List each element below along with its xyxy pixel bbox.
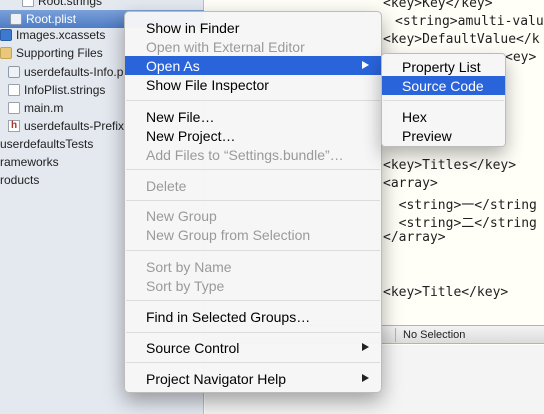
menu-item-label: Project Navigator Help — [146, 370, 287, 387]
menu-item-label: Delete — [146, 177, 187, 194]
menu-item-add-files: Add Files to “Settings.bundle”… — [125, 145, 381, 164]
menu-item-label: Open with External Editor — [146, 38, 305, 55]
nav-item-label: InfoPlist.strings — [24, 83, 106, 97]
submenu-item-hex[interactable]: Hex — [382, 107, 505, 126]
submenu-item-property-list[interactable]: Property List — [382, 57, 505, 76]
folder-icon — [0, 47, 12, 59]
nav-item-label: userdefaults-Prefix — [24, 119, 125, 133]
menu-separator — [126, 250, 380, 251]
menu-item-new-file[interactable]: New File… — [125, 107, 381, 126]
menu-item-show-in-finder[interactable]: Show in Finder — [125, 18, 381, 37]
menu-item-new-group: New Group — [125, 206, 381, 225]
nav-item-label: userdefaultsTests — [0, 137, 94, 151]
open-as-submenu: Property List Source Code Hex Preview — [381, 53, 506, 147]
asset-catalog-icon — [0, 29, 12, 41]
menu-separator — [126, 169, 380, 170]
menu-separator — [126, 300, 380, 301]
nav-item-root-strings[interactable]: Root.strings — [0, 0, 204, 10]
submenu-item-label: Source Code — [402, 77, 484, 94]
code-line: <key>Title</key> — [383, 285, 509, 300]
menu-item-source-control[interactable]: Source Control — [125, 338, 381, 357]
submenu-item-preview[interactable]: Preview — [382, 126, 505, 145]
menu-item-new-project[interactable]: New Project… — [125, 126, 381, 145]
menu-separator — [126, 100, 380, 101]
code-line: <string>二</string — [383, 216, 537, 231]
plist-file-icon — [8, 66, 20, 78]
menu-item-sort-by-type: Sort by Type — [125, 276, 381, 295]
menu-item-label: New Group — [146, 207, 217, 224]
submenu-item-label: Hex — [402, 108, 427, 125]
submenu-item-label: Preview — [402, 127, 452, 144]
nav-item-label: Images.xcassets — [16, 28, 106, 42]
objc-file-icon — [8, 102, 20, 114]
nav-item-label: Supporting Files — [16, 46, 103, 60]
nav-item-label: rameworks — [0, 155, 59, 169]
nav-item-label: main.m — [24, 101, 64, 115]
code-line: <ey> — [505, 50, 537, 65]
menu-separator — [126, 332, 380, 333]
submenu-item-source-code[interactable]: Source Code — [382, 76, 505, 95]
menu-item-label: New File… — [146, 108, 215, 125]
context-menu: Show in Finder Open with External Editor… — [124, 11, 382, 393]
submenu-arrow-icon — [362, 343, 369, 351]
code-line: <string>amulti-value — [395, 14, 544, 29]
selection-status: No Selection — [403, 329, 466, 341]
plist-file-icon — [10, 13, 22, 25]
nav-item-label: Root.plist — [26, 12, 77, 26]
submenu-arrow-icon — [362, 61, 369, 69]
menu-item-delete: Delete — [125, 176, 381, 195]
menu-item-label: Find in Selected Groups… — [146, 308, 311, 325]
menu-item-open-as[interactable]: Open As — [125, 56, 381, 75]
menu-item-label: Add Files to “Settings.bundle”… — [146, 146, 344, 163]
menu-item-label: Sort by Type — [146, 277, 225, 294]
code-line: <key>Titles</key> — [383, 158, 517, 173]
menu-separator — [126, 362, 380, 363]
strings-file-icon — [8, 84, 20, 96]
code-line: <array> — [383, 176, 438, 191]
menu-item-label: Show File Inspector — [146, 76, 269, 93]
menu-item-open-external-editor: Open with External Editor — [125, 37, 381, 56]
menu-separator — [383, 100, 504, 101]
nav-item-label: roducts — [0, 173, 40, 187]
header-file-icon: h — [8, 120, 20, 132]
menu-item-label: New Group from Selection — [146, 226, 311, 243]
menu-item-find-in-selected-groups[interactable]: Find in Selected Groups… — [125, 307, 381, 326]
menu-item-label: Sort by Name — [146, 258, 232, 275]
code-line: <string>一</string — [383, 198, 537, 213]
menu-item-show-file-inspector[interactable]: Show File Inspector — [125, 75, 381, 94]
submenu-arrow-icon — [362, 374, 369, 382]
submenu-item-label: Property List — [402, 58, 481, 75]
menu-item-label: Show in Finder — [146, 19, 240, 36]
menu-item-label: New Project… — [146, 127, 236, 144]
menu-item-label: Open As — [146, 57, 200, 74]
menu-item-sort-by-name: Sort by Name — [125, 257, 381, 276]
menu-item-project-navigator-help[interactable]: Project Navigator Help — [125, 369, 381, 388]
code-line: </array> — [383, 230, 446, 245]
menu-item-new-group-from-selection: New Group from Selection — [125, 225, 381, 244]
status-divider — [395, 328, 396, 342]
nav-item-label: Root.strings — [38, 0, 103, 8]
strings-file-icon — [22, 0, 34, 7]
code-line: <key>Key</key> — [383, 0, 493, 11]
code-line: <key>DefaultValue</k — [383, 32, 540, 47]
menu-item-label: Source Control — [146, 339, 240, 356]
menu-separator — [126, 200, 380, 201]
nav-item-label: userdefaults-Info.p — [24, 65, 124, 79]
